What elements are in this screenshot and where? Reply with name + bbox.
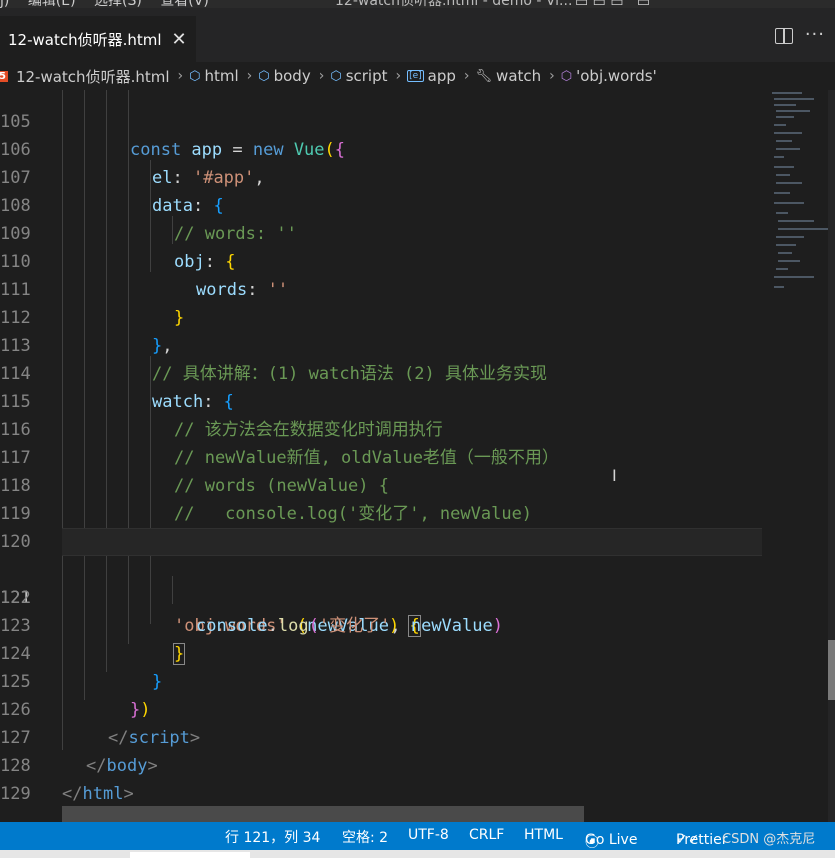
- code-line: 122 console.log('变化了', newValue): [0, 556, 770, 636]
- breadcrumb-body[interactable]: ⬡ body: [258, 67, 310, 85]
- method-icon: ⬡: [560, 68, 573, 84]
- code-line: 113 // 具体讲解：(1) watch语法 (2) 具体业务实现: [0, 304, 770, 384]
- prettier-label: Prettier: [676, 832, 728, 848]
- window-title: 12-watch侦听器.html - demo - Vi...: [335, 0, 573, 8]
- code-line: 105 const app = new Vue({: [0, 90, 770, 160]
- chevron-right-icon: ›: [395, 68, 402, 84]
- code-line: 112 },: [0, 276, 770, 356]
- code-line: 109 obj: {: [0, 192, 770, 272]
- menu-selection[interactable]: 选择(S): [94, 0, 142, 8]
- code-line: 116 // newValue新值, oldValue老值（一般不用）: [0, 388, 770, 468]
- chevron-right-icon: ›: [463, 68, 470, 84]
- code-line-current: 121 'obj.words' (newValue) {: [0, 528, 762, 637]
- layout-controls-icon[interactable]: ▭ ▭ ▭ ▭: [575, 0, 650, 8]
- code-line: 110 words: '': [0, 220, 770, 300]
- close-icon[interactable]: ✕: [172, 29, 187, 50]
- breadcrumb-script[interactable]: ⬡ script: [330, 67, 387, 85]
- code-line: 117 // words (newValue) {: [0, 416, 770, 496]
- split-editor-icon[interactable]: [775, 28, 793, 44]
- more-actions-icon[interactable]: ···: [805, 24, 825, 45]
- code-line: 120: [0, 500, 770, 552]
- chevron-right-icon: ›: [177, 68, 184, 84]
- menu-edit[interactable]: 编辑(E): [28, 0, 76, 8]
- code-line: 127 </body>: [0, 696, 770, 776]
- encoding-setting[interactable]: UTF-8: [408, 827, 449, 843]
- code-line: 126 </script>: [0, 668, 770, 748]
- element-icon: ⬡: [330, 68, 342, 84]
- scrollbar-thumb[interactable]: [828, 640, 835, 700]
- watermark: CSDN @杰克尼: [722, 832, 816, 847]
- language-mode[interactable]: HTML: [524, 827, 563, 843]
- chevron-right-icon: ›: [549, 68, 555, 84]
- code-line: 108 // words: '': [0, 164, 770, 244]
- variable-icon: [e]: [407, 70, 424, 82]
- code-editor[interactable]: 105 const app = new Vue({ 106 el: '#app'…: [0, 90, 835, 822]
- code-line: 125 }): [0, 640, 770, 720]
- html-file-icon: 5: [0, 70, 8, 82]
- tab-label: 12-watch侦听器.html: [8, 30, 162, 49]
- breadcrumb-html[interactable]: ⬡ html: [189, 67, 239, 85]
- code-line: 107 data: {: [0, 136, 770, 216]
- tab-bar: 12-watch侦听器.html ✕ ···: [0, 8, 835, 62]
- element-icon: ⬡: [189, 68, 201, 84]
- status-bar: 行 121，列 34 空格: 2 UTF-8 CRLF HTML ⦿ Go Li…: [0, 822, 835, 851]
- vertical-scrollbar[interactable]: [828, 90, 835, 822]
- cursor-position[interactable]: 行 121，列 34: [225, 827, 320, 847]
- breadcrumb-file-label: 12-watch侦听器.html: [15, 67, 170, 86]
- element-icon: ⬡: [258, 68, 270, 84]
- breadcrumb-file[interactable]: 5 12-watch侦听器.html: [0, 66, 170, 87]
- chevron-right-icon: ›: [246, 68, 253, 84]
- tab-active-file[interactable]: 12-watch侦听器.html ✕: [0, 16, 196, 62]
- go-live-label: Go Live: [585, 832, 638, 848]
- code-line: 124 }: [0, 612, 770, 692]
- horizontal-scrollbar[interactable]: [62, 806, 584, 822]
- menu-item[interactable]: j): [0, 0, 9, 8]
- breadcrumb-label: script: [345, 67, 388, 85]
- code-line: 119 // }: [0, 472, 770, 552]
- breadcrumb-app[interactable]: [e] app: [407, 67, 456, 85]
- breadcrumb-label: html: [204, 67, 239, 85]
- breadcrumb-label: 'obj.words': [576, 67, 657, 85]
- code-line: 114 watch: {: [0, 332, 770, 412]
- eol-setting[interactable]: CRLF: [469, 827, 504, 843]
- code-line: 115 // 该方法会在数据变化时调用执行: [0, 360, 770, 440]
- code-line: 118 // console.log('变化了', newValue): [0, 444, 770, 524]
- chevron-right-icon: ›: [318, 68, 325, 84]
- wrench-icon: 🔧︎: [475, 68, 493, 84]
- breadcrumb-label: watch: [496, 67, 542, 85]
- line-number: 129: [0, 784, 31, 804]
- breadcrumb-obj-words[interactable]: ⬡ 'obj.words': [561, 67, 657, 85]
- code-line: 106 el: '#app',: [0, 108, 770, 188]
- breadcrumb-label: app: [427, 67, 456, 85]
- indentation-setting[interactable]: 空格: 2: [342, 827, 388, 847]
- menu-bar: j) 编辑(E) 选择(S) 查看(V) 12-watch侦听器.html - …: [0, 0, 835, 8]
- bottom-strip: [0, 850, 835, 858]
- breadcrumb-watch[interactable]: 🔧︎ watch: [476, 67, 542, 85]
- code-line: 128 </html>: [0, 724, 770, 804]
- code-line: 111 }: [0, 248, 770, 328]
- breadcrumb-label: body: [273, 67, 311, 85]
- code-line: 129: [0, 752, 770, 804]
- menu-view[interactable]: 查看(V): [160, 0, 209, 8]
- code-line: 123 }: [0, 584, 770, 665]
- minimap[interactable]: [768, 90, 828, 310]
- mouse-ibeam-icon: I: [612, 466, 617, 485]
- breadcrumb: 5 12-watch侦听器.html › ⬡ html › ⬡ body › ⬡…: [0, 62, 835, 90]
